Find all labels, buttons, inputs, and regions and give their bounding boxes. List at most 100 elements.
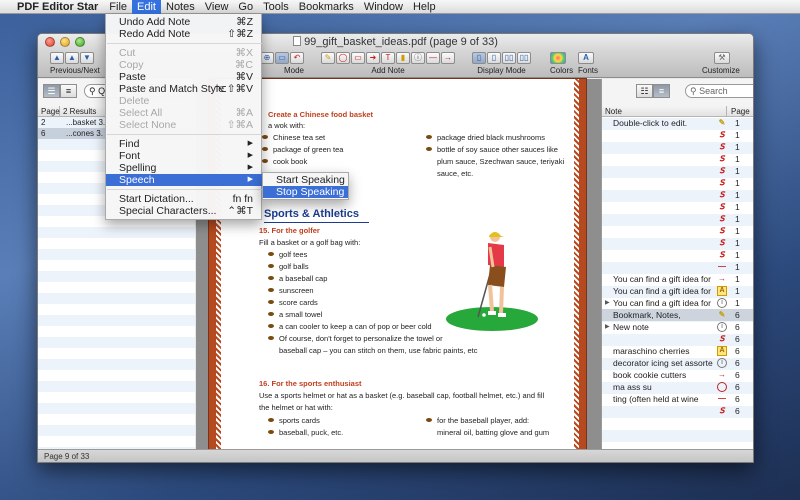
two-page-icon[interactable]: ▯▯	[502, 52, 516, 64]
menu-view[interactable]: View	[200, 0, 234, 14]
note-row[interactable]: ting (often held at wine — 6	[602, 393, 753, 405]
single-page-icon[interactable]: ▯	[472, 52, 486, 64]
zoom-icon[interactable]	[75, 37, 85, 47]
note-row[interactable]: You can find a gift idea for A 1	[602, 285, 753, 297]
note-row[interactable]: ꜱ6	[602, 333, 753, 345]
section-title: Sports & Athletics	[264, 208, 369, 223]
disclosure-triangle-icon[interactable]: ▶	[605, 297, 610, 309]
arrow-note-icon: →	[718, 274, 726, 283]
col-results-header[interactable]: 2 Results	[60, 106, 96, 116]
menu-help[interactable]: Help	[408, 0, 441, 14]
note-row[interactable]: decorator icing set assorted i 6	[602, 357, 753, 369]
note-row[interactable]: ꜱ1	[602, 129, 753, 141]
edit-menu-item-undo-add-note[interactable]: Undo Add Note ⌘Z	[106, 16, 263, 28]
note-row[interactable]: Bookmark, Notes, ✎ 6	[602, 309, 753, 321]
select-mode-icon[interactable]: ▭	[275, 52, 289, 64]
two-continuous-icon[interactable]: ▯▯	[517, 52, 531, 64]
list-view-icon[interactable]: ≡	[60, 84, 77, 98]
note-row[interactable]: ꜱ1	[602, 201, 753, 213]
pdf-page[interactable]: Create a Chinese food basket a wok with:…	[209, 79, 586, 449]
note-row[interactable]: ꜱ1	[602, 249, 753, 261]
box-note-icon[interactable]: ▭	[351, 52, 365, 64]
continuous-icon[interactable]: ▯	[487, 52, 501, 64]
note-row[interactable]: ma ass su 6	[602, 381, 753, 393]
apple-icon[interactable]	[0, 0, 12, 14]
next-page-icon[interactable]: ▼	[80, 52, 94, 64]
note-row[interactable]: ꜱ1	[602, 225, 753, 237]
edit-menu-item-special-characters[interactable]: Special Characters... ⌃⌘T	[106, 205, 263, 217]
strike-note-icon[interactable]: →	[441, 52, 455, 64]
note-row[interactable]: You can find a gift idea for → 1	[602, 273, 753, 285]
line-note-icon: —	[718, 262, 726, 271]
info-note-icon[interactable]: ⓘ	[411, 52, 425, 64]
note-mode-icon[interactable]: ↶	[290, 52, 304, 64]
menu-tools[interactable]: Tools	[258, 0, 294, 14]
sports-list-1: sports cards baseball, puck, etc.	[268, 415, 343, 439]
note-page: 6	[735, 382, 740, 392]
notes-list-icon[interactable]: ≡	[653, 84, 670, 98]
customize-icon[interactable]: ⚒	[714, 52, 730, 64]
note-row[interactable]: ▶ New note i 6	[602, 321, 753, 333]
note-row[interactable]: book cookie cutters → 6	[602, 369, 753, 381]
notes-search-input[interactable]: ⚲ Search	[685, 84, 753, 98]
menu-edit[interactable]: Edit	[132, 0, 161, 14]
arrow-note-icon[interactable]: ➜	[366, 52, 380, 64]
menu-file[interactable]: File	[104, 0, 132, 14]
notes-grid-icon[interactable]: ☷	[636, 84, 653, 98]
edit-menu-item-paste[interactable]: Paste ⌘V	[106, 71, 263, 83]
note-text: You can find a gift idea for	[613, 298, 711, 308]
edit-menu-item-speech[interactable]: Speech ▶	[106, 174, 263, 186]
note-row[interactable]: ꜱ1	[602, 177, 753, 189]
col-note-header[interactable]: Note	[602, 106, 727, 116]
note-row[interactable]: ꜱ1	[602, 165, 753, 177]
note-page: 1	[735, 202, 740, 212]
thumbnails-view-icon[interactable]: ☰	[43, 84, 60, 98]
menu-bookmarks[interactable]: Bookmarks	[294, 0, 359, 14]
edit-menu-item-start-dictation[interactable]: Start Dictation... fn fn	[106, 193, 263, 205]
menu-go[interactable]: Go	[233, 0, 258, 14]
note-row[interactable]: ꜱ1	[602, 237, 753, 249]
fonts-icon[interactable]: A	[578, 52, 594, 64]
note-row[interactable]: ꜱ1	[602, 189, 753, 201]
menu-item-shortcut: ⇧⌘Z	[227, 28, 253, 40]
colors-icon[interactable]	[550, 52, 566, 64]
circle-note-icon[interactable]: ◯	[336, 52, 350, 64]
speech-menu-item-start-speaking[interactable]: Start Speaking	[263, 174, 348, 186]
menu-window[interactable]: Window	[359, 0, 408, 14]
note-text: maraschino cherries	[613, 346, 690, 356]
customize-group: ⚒ Customize	[702, 52, 740, 78]
text-note-icon[interactable]: T	[381, 52, 395, 64]
note-row[interactable]: ▶ You can find a gift idea for i 1	[602, 297, 753, 309]
highlight-note-icon[interactable]: ▮	[396, 52, 410, 64]
line-note-icon[interactable]: ―	[426, 52, 440, 64]
menu-item-label: Paste and Match Style	[119, 83, 225, 95]
note-row[interactable]: ꜱ6	[602, 405, 753, 417]
disclosure-triangle-icon[interactable]: ▶	[605, 321, 610, 333]
previous-page-icon[interactable]: ▲	[65, 52, 79, 64]
edit-menu-item-redo-add-note[interactable]: Redo Add Note ⇧⌘Z	[106, 28, 263, 40]
circle-note-icon	[717, 382, 727, 392]
pen-note-icon[interactable]: ✎	[321, 52, 335, 64]
note-row[interactable]: ꜱ1	[602, 153, 753, 165]
note-row[interactable]: maraschino cherries A 6	[602, 345, 753, 357]
note-text: ma ass su	[613, 382, 652, 392]
close-icon[interactable]	[45, 37, 55, 47]
col-page-header[interactable]: Page	[727, 106, 750, 116]
col-page-header[interactable]: Page	[38, 106, 60, 116]
speech-menu-item-stop-speaking[interactable]: Stop Speaking	[263, 186, 348, 198]
note-row[interactable]: ꜱ1	[602, 141, 753, 153]
edit-menu-item-paste-and-match-style[interactable]: Paste and Match Style ⌥⇧⌘V	[106, 83, 263, 95]
menu-notes[interactable]: Notes	[161, 0, 200, 14]
notes-rows: Double-click to edit. ✎ 1 ꜱ 1 ꜱ 1 ꜱ 1 ꜱ 1 ꜱ 1 ꜱ 1 ꜱ 1 ꜱ 1 ꜱ…	[602, 117, 753, 417]
edit-menu-item-spelling[interactable]: Spelling ▶	[106, 162, 263, 174]
edit-menu-item-font[interactable]: Font ▶	[106, 150, 263, 162]
note-row[interactable]: —1	[602, 261, 753, 273]
first-page-icon[interactable]: ▲	[50, 52, 64, 64]
sports-list-2: for the baseball player, add: mineral oi…	[426, 415, 549, 439]
mode-group: ⊕ ▭ ↶ Mode	[260, 52, 304, 78]
minimize-icon[interactable]	[60, 37, 70, 47]
note-row[interactable]: ꜱ1	[602, 213, 753, 225]
menu-app[interactable]: PDF Editor Star	[12, 0, 104, 14]
edit-menu-item-find[interactable]: Find ▶	[106, 138, 263, 150]
note-row[interactable]: Double-click to edit. ✎ 1	[602, 117, 753, 129]
